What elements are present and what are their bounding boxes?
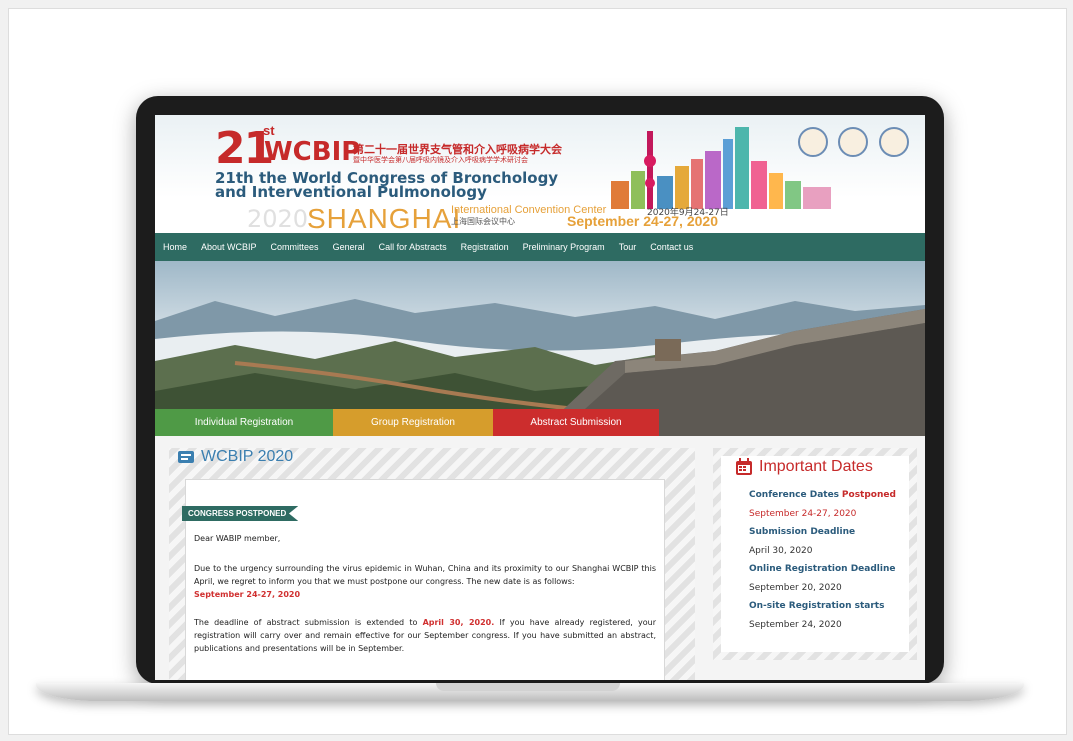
deadline-paragraph: The deadline of abstract submission is e… [194,616,656,655]
newspaper-icon [178,451,194,463]
submission-deadline-value: April 30, 2020 [749,546,813,556]
english-title: 21th the World Congress of Bronchology a… [215,169,559,201]
acronym-logo: WCBIP [264,137,361,167]
onsite-registration-label: On-site Registration starts [749,601,885,611]
chinese-subtitle: 暨中华医学会第八届呼吸内镜及介入呼吸病学学术研讨会 [353,156,528,164]
society-logo-3 [878,127,909,157]
date-en: September 24-27, 2020 [567,213,718,229]
nav-registration[interactable]: Registration [461,242,509,252]
nav-contact-us[interactable]: Contact us [650,242,693,252]
announcement-card: CONGRESS POSTPONED Dear WABIP member, Du… [182,479,665,680]
deadline-text-a: The deadline of abstract submission is e… [194,618,418,627]
conference-dates-label: Conference Dates Postponed [749,490,896,500]
nav-general[interactable]: General [333,242,365,252]
group-registration-button[interactable]: Group Registration [333,409,493,436]
website-screen: 21 st WCBIP 第二十一届世界支气管和介入呼吸病学大会 暨中华医学会第八… [155,115,925,680]
important-dates-header: Important Dates [735,458,873,476]
conference-dates-text: Conference Dates [749,490,840,500]
society-logo-1 [798,127,828,157]
page-title: WCBIP 2020 [201,448,294,465]
postpone-text: Due to the urgency surrounding the virus… [194,564,656,586]
nav-preliminary-program[interactable]: Preliminary Program [523,242,605,252]
new-congress-date: September 24-27, 2020 [194,590,301,599]
submission-deadline-label: Submission Deadline [749,527,856,537]
greeting: Dear WABIP member, [194,534,281,543]
nav-committees[interactable]: Committees [271,242,319,252]
online-registration-deadline-value: September 20, 2020 [749,583,842,593]
main-navigation: Home About WCBIP Committees General Call… [155,233,925,261]
abstract-submission-button[interactable]: Abstract Submission [493,409,659,436]
congress-postponed-tag: CONGRESS POSTPONED [182,506,299,521]
postpone-paragraph: Due to the urgency surrounding the virus… [194,562,656,601]
main-title: WCBIP 2020 [177,448,293,466]
individual-registration-button[interactable]: Individual Registration [155,409,333,436]
edition-suffix: st [263,123,275,138]
postponed-status: Postponed [841,490,896,500]
content-area: WCBIP 2020 CONGRESS POSTPONED Dear WABIP… [155,436,925,680]
society-logos [798,127,915,162]
abstract-deadline-date: April 30, 2020. [422,618,495,627]
laptop-notch [436,683,620,691]
venue-name-cn: 上海国际会议中心 [451,217,515,226]
conference-dates-value: September 24-27, 2020 [749,509,857,519]
city-date-row: 2020 SHANGHAI International Convention C… [155,203,925,234]
header-banner: 21 st WCBIP 第二十一届世界支气管和介入呼吸病学大会 暨中华医学会第八… [155,115,925,234]
society-logo-2 [838,127,869,157]
city-name: SHANGHAI [307,203,462,234]
hero-action-buttons: Individual Registration Group Registrati… [155,409,659,436]
important-dates-title: Important Dates [759,458,873,475]
nav-tour[interactable]: Tour [619,242,637,252]
online-registration-deadline-label: Online Registration Deadline [749,564,896,574]
nav-about-wcbip[interactable]: About WCBIP [201,242,257,252]
nav-home[interactable]: Home [163,242,187,252]
year-watermark: 2020 [247,205,309,233]
nav-call-for-abstracts[interactable]: Call for Abstracts [379,242,447,252]
calendar-icon [736,458,752,475]
onsite-registration-value: September 24, 2020 [749,620,842,630]
